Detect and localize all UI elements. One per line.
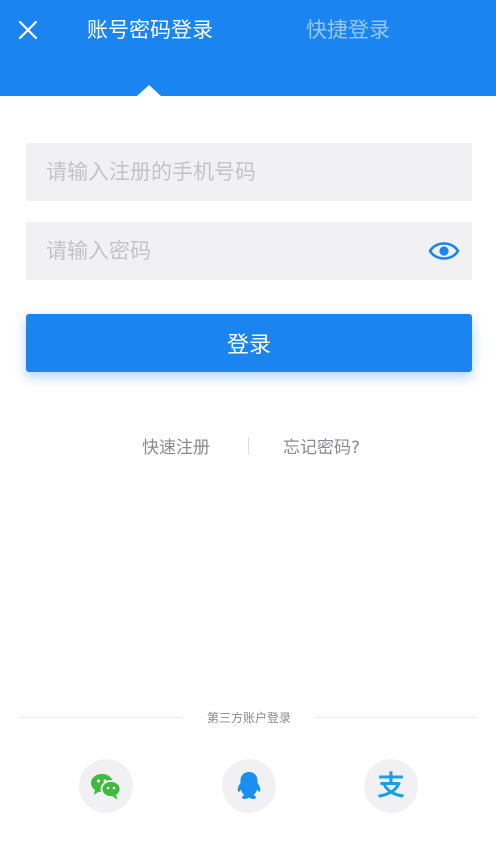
alipay-login-button[interactable]: 支 xyxy=(364,759,418,813)
eye-icon xyxy=(428,242,460,260)
third-party-divider-right xyxy=(316,717,476,718)
phone-input[interactable] xyxy=(26,143,406,201)
show-password-button[interactable] xyxy=(428,237,460,265)
third-party-title: 第三方账户登录 xyxy=(206,711,291,725)
phone-field-container xyxy=(26,143,472,201)
password-field-container xyxy=(26,222,472,280)
header-bar: 账号密码登录 快捷登录 xyxy=(0,0,496,96)
login-button[interactable]: 登录 xyxy=(26,314,472,372)
third-party-divider-left xyxy=(20,717,182,718)
password-input[interactable] xyxy=(26,222,406,280)
alipay-icon: 支 xyxy=(377,770,405,802)
wechat-icon xyxy=(91,774,122,800)
tab-quick-login[interactable]: 快捷登录 xyxy=(306,14,390,46)
qq-icon xyxy=(237,772,261,800)
forgot-password-link[interactable]: 忘记密码? xyxy=(283,433,360,458)
active-tab-indicator xyxy=(137,85,161,96)
tab-password-login[interactable]: 账号密码登录 xyxy=(87,14,213,46)
qq-login-button[interactable] xyxy=(222,759,276,813)
links-divider xyxy=(248,437,249,454)
close-button[interactable] xyxy=(14,16,42,44)
wechat-login-button[interactable] xyxy=(79,759,133,813)
register-link[interactable]: 快速注册 xyxy=(142,433,210,458)
close-icon xyxy=(18,20,38,40)
